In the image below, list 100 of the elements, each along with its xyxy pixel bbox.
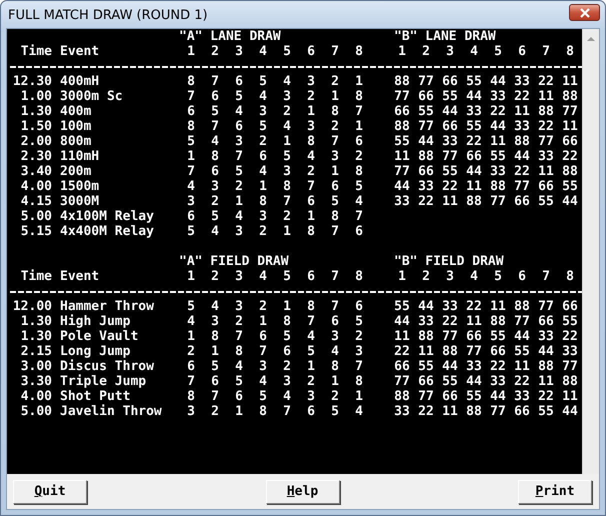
column-header: 2 [422, 44, 430, 59]
lane-cell: 88 [466, 194, 482, 209]
lane-cell: 2 [307, 89, 315, 104]
lane-cell: 8 [331, 104, 339, 119]
column-header: 8 [566, 44, 574, 59]
lane-cell: 88 [514, 134, 530, 149]
lane-cell: 55 [490, 149, 506, 164]
lane-cell: 77 [418, 74, 434, 89]
lane-cell: 66 [418, 374, 434, 389]
time-cell: 5.00 [20, 404, 52, 419]
lane-cell: 3 [187, 194, 195, 209]
lane-cell: 4 [259, 89, 267, 104]
lane-cell: 55 [466, 389, 482, 404]
lane-cell: 55 [466, 119, 482, 134]
lane-cell: 11 [466, 179, 482, 194]
column-header: 7 [542, 44, 550, 59]
lane-cell: 22 [562, 149, 578, 164]
lane-cell: 88 [562, 374, 578, 389]
lane-cell: 11 [562, 389, 578, 404]
time-cell: 5.00 [20, 209, 52, 224]
lane-cell: 2 [283, 209, 291, 224]
lane-cell: 44 [442, 104, 458, 119]
lane-cell: 77 [514, 179, 530, 194]
dialog-button[interactable]: Quit [13, 480, 87, 504]
column-header: 8 [355, 269, 363, 284]
lane-cell: 5 [355, 314, 363, 329]
time-cell: 2.15 [20, 344, 52, 359]
lane-cell: 6 [355, 224, 363, 239]
column-header: Time [20, 269, 52, 284]
lane-cell: 2 [211, 404, 219, 419]
lane-cell: 6 [235, 389, 243, 404]
lane-cell: 7 [187, 89, 195, 104]
lane-cell: 11 [442, 194, 458, 209]
lane-cell: 55 [514, 344, 530, 359]
lane-cell: 44 [562, 404, 578, 419]
lane-cell: 44 [490, 119, 506, 134]
lane-cell: 33 [418, 314, 434, 329]
lane-cell: 33 [490, 89, 506, 104]
lane-cell: 6 [259, 329, 267, 344]
time-cell: 3.40 [20, 164, 52, 179]
lane-cell: 44 [418, 299, 434, 314]
lane-cell: 8 [259, 404, 267, 419]
lane-cell: 88 [394, 74, 410, 89]
column-header: 6 [307, 269, 315, 284]
lane-cell: 55 [442, 89, 458, 104]
dialog-button[interactable]: Help [266, 480, 340, 504]
lane-cell: 6 [187, 359, 195, 374]
time-cell: 2.30 [20, 149, 52, 164]
lane-cell: 88 [442, 344, 458, 359]
lane-cell: 77 [490, 404, 506, 419]
column-header: Event [60, 44, 100, 59]
lane-cell: 2 [259, 134, 267, 149]
lane-cell: 1 [307, 209, 315, 224]
lane-cell: 7 [331, 224, 339, 239]
lane-cell: 11 [394, 329, 410, 344]
lane-cell: 7 [355, 359, 363, 374]
lane-cell: 11 [394, 149, 410, 164]
lane-cell: 55 [538, 404, 554, 419]
lane-cell: 77 [442, 149, 458, 164]
lane-cell: 22 [442, 179, 458, 194]
lane-cell: 1 [307, 359, 315, 374]
lane-cell: 77 [418, 389, 434, 404]
lane-cell: 6 [307, 404, 315, 419]
lane-cell: 44 [466, 164, 482, 179]
lane-cell: 7 [283, 194, 291, 209]
lane-cell: 3 [235, 224, 243, 239]
lane-cell: 8 [307, 224, 315, 239]
lane-cell: 33 [562, 344, 578, 359]
lane-cell: 88 [490, 314, 506, 329]
lane-cell: 22 [418, 404, 434, 419]
lane-cell: 2 [259, 224, 267, 239]
lane-cell: 7 [235, 329, 243, 344]
column-header: 6 [518, 269, 526, 284]
dialog-button[interactable]: Print [518, 480, 592, 504]
lane-cell: 66 [562, 299, 578, 314]
lane-cell: 4 [283, 74, 291, 89]
lane-cell: 77 [538, 299, 554, 314]
lane-cell: 55 [562, 179, 578, 194]
lane-cell: 6 [259, 149, 267, 164]
time-cell: 1.30 [20, 329, 52, 344]
lane-cell: 2 [331, 119, 339, 134]
time-cell: 4.00 [20, 389, 52, 404]
lane-cell: 8 [331, 359, 339, 374]
lane-cell: 7 [259, 344, 267, 359]
lane-cell: 66 [490, 344, 506, 359]
lane-cell: 1 [211, 344, 219, 359]
lane-cell: 4 [355, 194, 363, 209]
lane-cell: 33 [538, 149, 554, 164]
close-button[interactable] [569, 4, 600, 21]
lane-cell: 22 [514, 164, 530, 179]
lane-cell: 7 [307, 314, 315, 329]
lane-cell: 8 [283, 314, 291, 329]
lane-cell: 5 [235, 374, 243, 389]
event-cell: Discus Throw [60, 359, 154, 374]
lane-cell: 44 [490, 389, 506, 404]
lane-cell: 33 [466, 359, 482, 374]
lane-cell: 88 [514, 299, 530, 314]
lane-cell: 1 [307, 104, 315, 119]
lane-cell: 22 [514, 89, 530, 104]
lane-cell: 44 [394, 314, 410, 329]
